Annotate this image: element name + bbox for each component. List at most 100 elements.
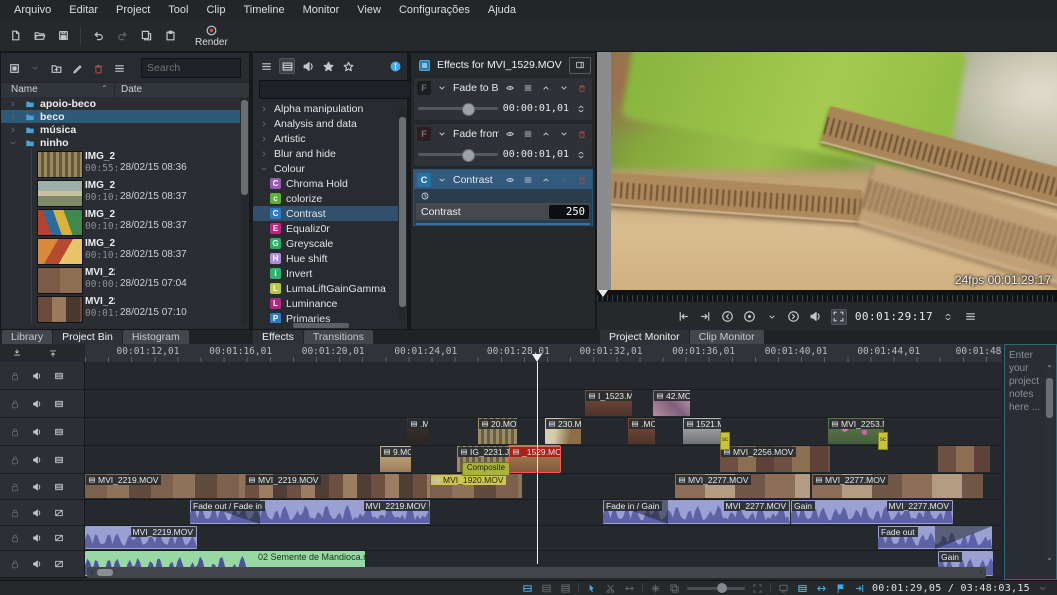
timeline-vscrollbar[interactable]: ⌃⌄ <box>1045 364 1054 562</box>
column-name[interactable]: Name <box>11 84 38 95</box>
effect-visibility-icon[interactable] <box>503 81 517 95</box>
track-lane-7[interactable]: MVI_2219.MOV Fade out <box>85 526 1002 551</box>
fit-zoom-icon[interactable] <box>751 582 764 595</box>
track-header-7[interactable] <box>0 526 85 551</box>
tree-expander-icon[interactable] <box>6 110 20 124</box>
monitor-video-frame[interactable]: 24fps 00:01:29:17 <box>611 52 1057 290</box>
bin-clip[interactable]: IMG_22300:55:328/02/15 08:36 <box>1 149 240 178</box>
category-expander-icon[interactable] <box>257 147 271 161</box>
category-expander-icon[interactable] <box>257 162 271 176</box>
timeline-clip[interactable]: MVI_2219.MOV <box>85 526 197 549</box>
move-down-icon[interactable] <box>557 173 571 187</box>
track-video-icon[interactable] <box>52 425 66 439</box>
effect-contrast[interactable]: C Contrast Contrast 250 <box>413 169 593 226</box>
show-markers-icon[interactable] <box>834 582 847 595</box>
spinbox-arrows-icon[interactable] <box>574 102 588 116</box>
track-mute-icon[interactable] <box>30 557 44 571</box>
track-height-large-icon[interactable] <box>559 582 572 595</box>
tab-effects[interactable]: Effects <box>253 330 303 344</box>
copy-icon[interactable] <box>139 29 153 43</box>
effect-item[interactable]: HHue shift <box>253 251 398 266</box>
tree-expander-icon[interactable] <box>6 97 20 111</box>
timeline-playhead-handle[interactable] <box>532 354 542 362</box>
collapse-icon[interactable] <box>435 173 449 187</box>
track-height-small-icon[interactable] <box>521 582 534 595</box>
track-audio-icon[interactable] <box>52 557 66 571</box>
effect-item[interactable]: CContrast <box>253 206 398 221</box>
move-up-icon[interactable] <box>539 173 553 187</box>
menu-ajuda[interactable]: Ajuda <box>480 2 524 18</box>
timeline-ruler[interactable]: 00:01:12,0100:01:16,0100:01:20,0100:01:2… <box>85 344 1002 363</box>
tab-transitions[interactable]: Transitions <box>304 330 373 344</box>
effect-item[interactable]: CChroma Hold <box>253 176 398 191</box>
timeline-clip[interactable]: MVI_2277.MOV <box>675 474 810 498</box>
add-clip-dropdown-icon[interactable] <box>28 61 42 75</box>
menu-clip[interactable]: Clip <box>198 2 233 18</box>
effect-item[interactable]: LLuminance <box>253 296 398 311</box>
show-video-thumbnails-icon[interactable] <box>796 582 809 595</box>
volume-icon[interactable] <box>809 310 823 324</box>
effects-hscrollbar[interactable] <box>293 323 349 328</box>
timeline-clip[interactable]: Fade out / Fade inMVI_2219.MOV <box>190 500 430 524</box>
timeline-clip[interactable]: 1521.MO <box>683 418 721 444</box>
rename-icon[interactable] <box>70 61 84 75</box>
move-up-icon[interactable] <box>539 127 553 141</box>
tree-expander-icon[interactable] <box>6 136 20 150</box>
effects-search-input[interactable] <box>259 80 413 99</box>
redo-icon[interactable] <box>115 29 129 43</box>
favorite-effects-icon[interactable] <box>341 59 355 73</box>
effect-item[interactable]: ccolorize <box>253 191 398 206</box>
play-icon[interactable] <box>743 310 757 324</box>
track-mute-icon[interactable] <box>30 397 44 411</box>
bin-clip[interactable]: MVI_22100:01:328/02/15 07:10 <box>1 294 240 323</box>
track-lane-6[interactable]: Fade out / Fade inMVI_2219.MOVFade in / … <box>85 500 1002 526</box>
menu-view[interactable]: View <box>349 2 389 18</box>
timeline-clip[interactable]: Fade out <box>878 526 992 549</box>
track-video-icon[interactable] <box>52 397 66 411</box>
track-header-6[interactable] <box>0 500 85 526</box>
param-value[interactable]: 250 <box>549 205 589 219</box>
effect-fade-from-black[interactable]: F Fade from Black 00:00:01,01 <box>413 123 593 167</box>
delete-effect-icon[interactable] <box>575 81 589 95</box>
menu-configurações[interactable]: Configurações <box>391 2 478 18</box>
audio-target-icon[interactable] <box>46 346 60 360</box>
timeline-clip[interactable]: _1529.MOV <box>509 446 560 472</box>
bin-menu-icon[interactable] <box>112 61 126 75</box>
effect-item[interactable]: GGreyscale <box>253 236 398 251</box>
timeline-tracks[interactable]: I_1523.MOV42.MOV.MOV20.MOV230.MOV.MOV152… <box>85 362 1002 580</box>
track-lane-5[interactable]: MVI_2219.MOVMVI_2219.MOVMVI_1920.MOVMVI_… <box>85 474 1002 500</box>
fade-duration-value[interactable]: 00:00:01,01 <box>503 103 569 114</box>
effect-category-expanded[interactable]: Colour <box>253 161 398 176</box>
bin-folder-beco[interactable]: beco <box>1 110 240 123</box>
track-lock-icon[interactable] <box>8 557 22 571</box>
category-expander-icon[interactable] <box>257 102 271 116</box>
monitor-seek-ruler[interactable] <box>597 290 1057 301</box>
timeline-zoom-slider[interactable] <box>687 587 745 590</box>
bin-search-input[interactable] <box>141 58 241 78</box>
category-expander-icon[interactable] <box>257 132 271 146</box>
effect-visibility-icon[interactable] <box>503 127 517 141</box>
menu-project[interactable]: Project <box>108 2 158 18</box>
delete-effect-icon[interactable] <box>575 127 589 141</box>
go-to-zone-end-icon[interactable] <box>699 310 713 324</box>
column-divider[interactable] <box>114 83 115 98</box>
save-project-icon[interactable] <box>56 29 70 43</box>
track-mute-icon[interactable] <box>30 480 44 494</box>
menu-monitor[interactable]: Monitor <box>295 2 348 18</box>
video-effects-icon[interactable] <box>279 58 295 74</box>
effect-item[interactable]: IInvert <box>253 266 398 281</box>
open-project-icon[interactable] <box>32 29 46 43</box>
timeline-clip[interactable] <box>938 446 990 472</box>
collapse-icon[interactable] <box>435 127 449 141</box>
effect-category[interactable]: Alpha manipulation <box>253 101 398 116</box>
effect-menu-icon[interactable] <box>521 173 535 187</box>
undo-icon[interactable] <box>91 29 105 43</box>
fade-duration-slider[interactable] <box>418 107 498 110</box>
tab-project-monitor[interactable]: Project Monitor <box>600 330 689 344</box>
track-header-4[interactable] <box>0 446 85 474</box>
effect-visibility-icon[interactable] <box>503 173 517 187</box>
show-audio-thumbnails-icon[interactable] <box>815 582 828 595</box>
bin-clip[interactable]: MVI_22100:00:428/02/15 07:04 <box>1 265 240 294</box>
tab-histogram[interactable]: Histogram <box>123 330 189 344</box>
snap-playhead-icon[interactable] <box>853 582 866 595</box>
